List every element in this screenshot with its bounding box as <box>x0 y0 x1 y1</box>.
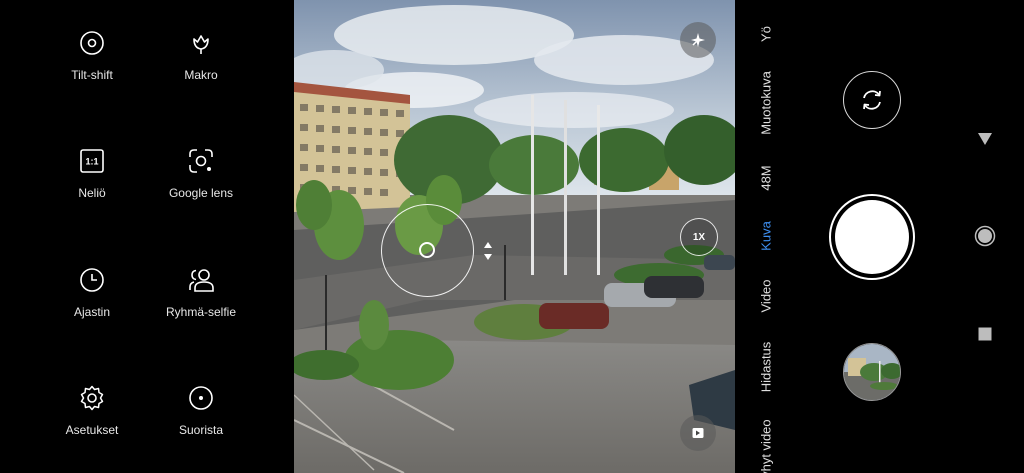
menu-item-label: Ryhmä-selfie <box>165 305 237 319</box>
menu-item-makro[interactable]: Makro <box>146 28 256 108</box>
mode-video[interactable]: Video <box>759 279 774 312</box>
camera-preview-image <box>294 0 735 473</box>
mode-slow-motion[interactable]: Hidastus <box>759 342 774 393</box>
flag-icon <box>692 428 704 438</box>
flower-icon <box>193 35 209 54</box>
group-selfie-icon <box>189 269 214 292</box>
exposure-adjust-icon[interactable] <box>482 240 494 262</box>
ai-sparkle-icon <box>691 33 705 47</box>
camera-mode-selector[interactable]: Yö Muotokuva 48M Kuva Video Hidastus Lyh… <box>735 0 797 473</box>
menu-item-ryhma-selfie[interactable]: Ryhmä-selfie <box>146 265 256 345</box>
ai-camera-button[interactable] <box>680 22 716 58</box>
mode-night[interactable]: Yö <box>759 26 774 42</box>
google-lens-icon <box>189 149 213 173</box>
menu-item-label: Suorista <box>178 423 224 437</box>
focus-point <box>419 242 435 258</box>
recents-icon[interactable] <box>978 327 992 341</box>
menu-item-asetukset[interactable]: Asetukset <box>37 383 147 463</box>
tilt-shift-icon <box>80 31 104 55</box>
mode-48m[interactable]: 48M <box>759 165 774 190</box>
square-1-1-icon: 1:1 <box>80 149 104 173</box>
menu-item-ajastin[interactable]: Ajastin <box>37 265 147 345</box>
menu-item-label: Asetukset <box>65 423 119 437</box>
system-navigation-bar <box>947 0 1024 473</box>
menu-item-label: Neliö <box>78 186 106 200</box>
mode-portrait[interactable]: Muotokuva <box>759 71 774 135</box>
gallery-preview-image <box>844 344 900 400</box>
back-icon[interactable] <box>977 132 993 146</box>
straighten-icon <box>189 386 213 410</box>
mode-short-video[interactable]: Lyhyt video <box>759 419 774 473</box>
camera-more-menu: Tilt-shift Makro 1:1 Neliö Google lens A… <box>0 0 294 473</box>
shutter-inner <box>835 200 909 274</box>
menu-item-label: Tilt-shift <box>71 68 113 82</box>
menu-item-google-lens[interactable]: Google lens <box>146 146 256 226</box>
video-tag-button[interactable] <box>680 415 716 451</box>
zoom-label: 1X <box>692 231 706 243</box>
menu-item-suorista[interactable]: Suorista <box>146 383 256 463</box>
gear-icon <box>80 385 104 411</box>
home-icon[interactable] <box>974 225 996 247</box>
camera-viewfinder[interactable]: 1X <box>294 0 735 473</box>
menu-item-tilt-shift[interactable]: Tilt-shift <box>37 28 147 108</box>
capture-controls <box>797 0 947 473</box>
menu-item-label: Google lens <box>168 186 234 200</box>
timer-icon <box>80 268 104 292</box>
shutter-button[interactable] <box>829 194 915 280</box>
mode-photo[interactable]: Kuva <box>759 221 774 251</box>
menu-item-nelio[interactable]: 1:1 Neliö <box>37 146 147 226</box>
switch-camera-button[interactable] <box>843 71 901 129</box>
switch-camera-icon <box>863 90 881 110</box>
last-photo-thumbnail[interactable] <box>843 343 901 401</box>
zoom-toggle-button[interactable]: 1X <box>680 218 718 256</box>
menu-item-label: Ajastin <box>73 305 111 319</box>
svg-text:1:1: 1:1 <box>85 157 98 167</box>
menu-item-label: Makro <box>184 68 218 82</box>
